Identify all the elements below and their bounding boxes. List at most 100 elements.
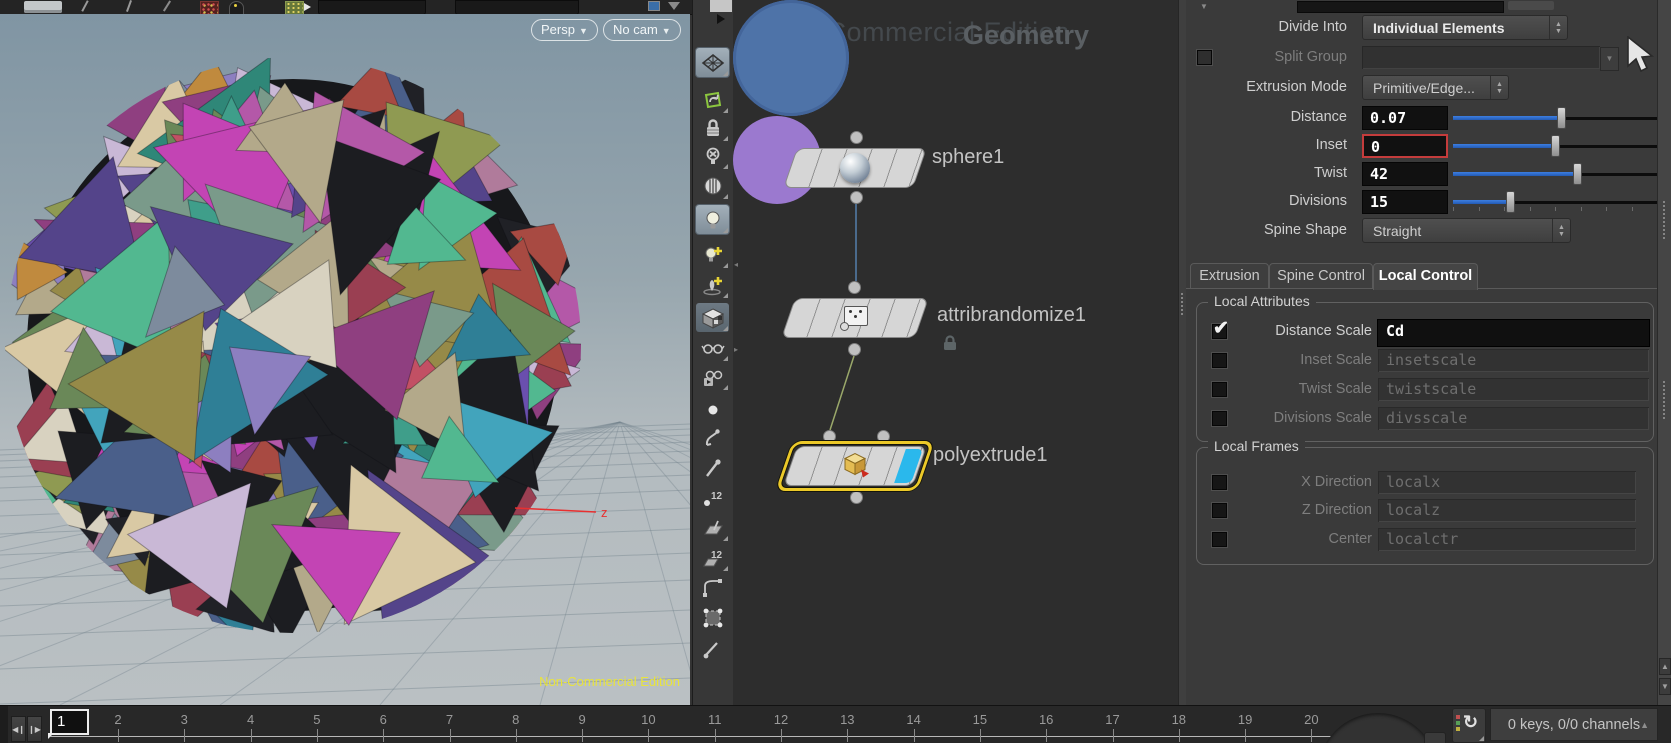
group-field-divisions-scale[interactable]: divsscale [1378,407,1649,430]
group-field-twist-scale[interactable]: twistscale [1378,378,1649,401]
group-checkbox-divisions-scale[interactable] [1212,411,1227,426]
strip-grip[interactable] [1662,200,1666,240]
node-label: polyextrude1 [933,444,1048,466]
keyboard-shortcut-icon[interactable] [24,1,62,13]
group-checkbox-center[interactable] [1212,532,1227,547]
timeline-tick [383,729,385,742]
color-grid-icon[interactable] [200,1,219,14]
dropdown-value: Straight [1373,222,1422,239]
param-dropdown-extrusion-mode[interactable]: Primitive/Edge... ▲ ▼ [1362,75,1509,100]
attribrandomize1-node[interactable] [781,298,929,338]
timeline-tick [184,729,186,742]
add-light-pin-icon[interactable] [696,270,729,299]
param-menu-arrow-button[interactable]: ▼ [1600,47,1619,71]
svg-text:12: 12 [711,550,723,561]
dropdown-spinner-icon: ▲ ▼ [1549,16,1567,39]
strip-grip[interactable] [1662,380,1666,420]
group-checkbox-x-direction[interactable] [1212,475,1227,490]
scroll-up-button[interactable]: ▲ [1659,658,1671,675]
keys-channels-status[interactable]: 0 keys, 0/0 channels ▲ [1490,708,1658,741]
lock-icon[interactable] [696,113,729,142]
param-dropdown-divide-into[interactable]: Individual Elements ▲ ▼ [1362,15,1568,40]
slider-handle-inset[interactable] [1551,135,1560,157]
tool-icon[interactable] [162,0,172,12]
takes-icon[interactable] [285,1,304,14]
group-field-inset-scale[interactable]: insetscale [1378,349,1649,372]
pen-tool-icon[interactable] [81,0,89,12]
select-geometry-icon[interactable] [696,85,729,114]
chevron-down-icon: ▼ [661,26,671,36]
param-input-distance[interactable]: 0.07 [1362,106,1448,130]
add-light-icon[interactable] [696,240,729,269]
param-input-divisions[interactable]: 15 [1362,190,1448,214]
shaded-cube-icon[interactable] [696,303,729,332]
material-shaded-icon[interactable] [696,171,729,200]
tab-extrusion[interactable]: Extrusion [1190,263,1269,289]
group-field-z-direction[interactable]: localz [1378,499,1636,522]
node-connector-dot[interactable] [848,343,861,356]
display-points-icon[interactable] [696,395,729,424]
node-connector-dot[interactable] [850,131,863,144]
ghost-geometry-glasses-icon[interactable] [696,362,729,391]
submenu-triangle [723,293,728,298]
group-checkbox-inset-scale[interactable] [1212,353,1227,368]
param-label-divide-into: Divide Into [1278,19,1347,35]
display-hooks-icon[interactable] [696,423,729,452]
toolbar-field[interactable] [318,0,426,14]
slider-tick [1555,207,1556,211]
group-field-center[interactable]: localctr [1378,528,1636,551]
pane-arrow-icon[interactable]: ◂ [734,260,738,269]
status-caret-icon: ▲ [1640,719,1649,730]
tab-local-control[interactable]: Local Control [1373,263,1478,290]
headlight-off-icon[interactable] [696,141,729,170]
point-numbers-icon[interactable]: 12 [696,483,729,512]
group-checkbox-twist-scale[interactable] [1212,382,1227,397]
timeline-tick [515,729,517,742]
network-editor[interactable]: Non-Commercial Edition Geometry sphere1 a… [733,0,1178,705]
gauge-icon[interactable] [229,1,244,14]
lighting-bulb-icon[interactable] [696,205,729,234]
scene-viewport[interactable]: z Persp ▼ No cam ▼ Non-Commercial Edition [0,14,690,705]
expand-arrow-icon[interactable] [717,14,725,24]
playbar-fragment[interactable] [1424,732,1446,743]
slider-handle-distance[interactable] [1557,107,1567,129]
dropdown-caret-icon[interactable] [668,2,680,10]
toolbar-field[interactable] [455,0,579,14]
display-options-toolbar: 12 12 [692,0,734,705]
collapse-caret-icon[interactable]: ▼ [1200,2,1208,11]
slider-handle-divisions[interactable] [1506,191,1516,213]
scroll-down-button[interactable]: ▼ [1659,678,1671,695]
camera-select-button[interactable]: No cam ▼ [603,19,681,41]
construction-partial-icon[interactable] [696,637,729,666]
pane-arrow-icon[interactable]: ▸ [734,345,738,354]
perspective-view-button[interactable]: Persp ▼ [531,19,598,41]
param-dropdown-spine-shape[interactable]: Straight ▲ ▼ [1362,218,1571,243]
prim-numbers-icon[interactable]: 12 [696,543,729,572]
display-layout-icon[interactable] [696,48,729,77]
display-normals-icon[interactable] [696,453,729,482]
group-marquee-icon[interactable] [696,603,729,632]
node-name-field-fragment[interactable] [1297,1,1504,13]
sphere1-node[interactable] [783,148,927,188]
param-input-twist[interactable]: 42 [1362,162,1448,186]
hide-geometry-glasses-icon[interactable] [696,333,729,362]
param-label-distance: Distance [1290,109,1347,125]
toolbar-fragment-icon[interactable] [648,1,660,11]
group-checkbox-distance-scale[interactable]: ✔ [1212,318,1229,339]
node-connector-dot[interactable] [850,491,863,504]
node-connector-dot[interactable] [850,191,863,204]
node-connector-dot[interactable] [848,281,861,294]
prim-markers-icon[interactable] [696,513,729,542]
display-profiles-icon[interactable] [696,573,729,602]
group-checkbox-z-direction[interactable] [1212,503,1227,518]
param-field-split-group[interactable] [1362,46,1600,69]
tab-spine-control[interactable]: Spine Control [1269,263,1373,289]
auto-update-button[interactable]: ↻ [1452,708,1486,743]
slider-handle-twist[interactable] [1573,163,1583,185]
divider-grip[interactable] [1180,292,1184,316]
param-checkbox-split-group[interactable] [1197,50,1212,65]
group-field-x-direction[interactable]: localx [1378,471,1636,494]
param-input-inset[interactable]: 0 [1362,134,1448,158]
group-field-distance-scale[interactable]: Cd [1378,320,1649,346]
tool-icon[interactable] [126,0,132,12]
